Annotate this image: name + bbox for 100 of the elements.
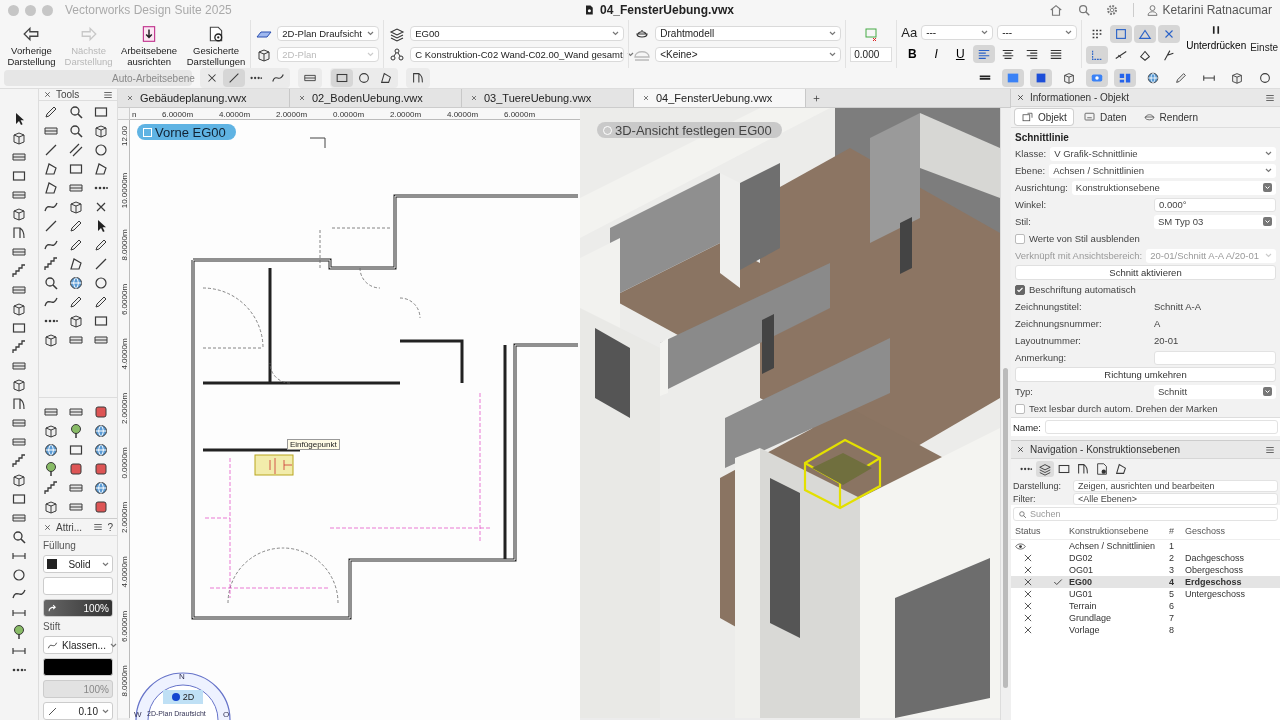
box-icon[interactable] (11, 377, 27, 393)
layer-row[interactable]: Terrain 6 (1011, 600, 1280, 612)
input-field[interactable] (1045, 420, 1278, 434)
magnifier-icon[interactable] (11, 529, 27, 545)
layer-name[interactable]: Vorlage (1069, 625, 1100, 635)
panel-tab[interactable]: Objekt (1015, 109, 1073, 125)
align-button[interactable] (973, 44, 996, 63)
fill-style-dropdown[interactable]: Solid (43, 555, 113, 573)
column-header[interactable]: # (1165, 526, 1181, 536)
eye-icon[interactable] (1015, 540, 1026, 552)
toggle-button[interactable] (1086, 45, 1109, 64)
globe-icon[interactable] (92, 480, 110, 496)
double-line-icon[interactable] (67, 142, 85, 158)
close-icon[interactable] (43, 522, 52, 532)
rectangle-icon[interactable] (11, 491, 27, 507)
checkbox[interactable] (1015, 233, 1025, 244)
globe-icon[interactable] (92, 442, 110, 458)
menu-icon[interactable] (93, 522, 104, 532)
toggle-button[interactable] (1002, 69, 1024, 87)
view-label[interactable]: 3D-Ansicht festlegen EG00 (597, 122, 782, 138)
scrollbar-thumb[interactable] (1003, 368, 1008, 688)
view-label[interactable]: Vorne EG00 (137, 124, 236, 140)
toolbar-label[interactable]: Einste (1248, 20, 1280, 68)
color-block-icon[interactable] (92, 499, 110, 515)
compass-east[interactable]: O (223, 710, 230, 719)
close-icon[interactable] (1016, 445, 1025, 454)
stairs-icon[interactable] (42, 256, 60, 272)
polygon-icon[interactable] (67, 256, 85, 272)
menu-icon[interactable] (1265, 92, 1275, 103)
panel-tab[interactable]: Daten (1076, 109, 1133, 125)
dropdown[interactable]: SM Typ 03 (1154, 214, 1276, 229)
text-style-button[interactable]: U (949, 44, 972, 63)
cross-icon[interactable] (1023, 613, 1033, 623)
pen-color-field[interactable] (43, 658, 113, 676)
toggle-button[interactable] (1030, 69, 1052, 87)
stairs-icon[interactable] (42, 480, 60, 496)
panel-tab[interactable] (1036, 461, 1054, 477)
box-icon[interactable] (11, 206, 27, 222)
toggle-button[interactable] (331, 69, 353, 87)
toggle-button[interactable] (1134, 24, 1157, 43)
magnifier-icon[interactable] (42, 275, 60, 291)
home-icon[interactable] (1048, 3, 1063, 17)
dropdown[interactable]: Achsen / Schnittlinien (1049, 163, 1276, 178)
globe-icon[interactable] (67, 275, 85, 291)
rectangle-icon[interactable] (67, 442, 85, 458)
class-icon[interactable] (388, 46, 407, 63)
globe-icon[interactable] (92, 423, 110, 439)
menu-icon[interactable] (103, 89, 113, 100)
search-icon[interactable] (1076, 3, 1091, 17)
toggle-button[interactable] (1158, 24, 1181, 43)
document-tab[interactable]: 04_FensterUebung.vwx (634, 89, 806, 107)
view-mode-badge[interactable]: 2D (163, 690, 203, 704)
cross-icon[interactable] (1023, 565, 1033, 575)
dropdown[interactable]: Konstruktionsebene (1071, 180, 1276, 195)
view-nav-button[interactable]: Arbeitsebene ausrichten (116, 21, 182, 67)
circle-icon[interactable] (92, 142, 110, 158)
menu-icon[interactable] (1265, 444, 1275, 455)
stairs-icon[interactable] (11, 453, 27, 469)
layer-row[interactable]: UG01 5 Untergeschoss (1011, 588, 1280, 600)
input-field[interactable]: 0.000° (1154, 197, 1276, 212)
close-icon[interactable] (126, 94, 134, 102)
layer-row[interactable]: Grundlage 7 (1011, 612, 1280, 624)
user-name[interactable]: Ketarini Ratnacumar (1162, 3, 1272, 17)
panel-tab[interactable]: Rendern (1136, 109, 1204, 125)
door-icon[interactable] (11, 396, 27, 412)
close-icon[interactable] (470, 94, 478, 102)
polygon-icon[interactable] (42, 180, 60, 196)
box-icon[interactable] (42, 499, 60, 515)
rectangle-icon[interactable] (11, 168, 27, 184)
box-icon[interactable] (42, 332, 60, 348)
checkbox[interactable] (1015, 403, 1025, 414)
rectangle-icon[interactable] (92, 104, 110, 120)
close-icon[interactable] (642, 94, 650, 102)
rectangle-icon[interactable] (11, 320, 27, 336)
polygon-icon[interactable] (42, 161, 60, 177)
tree-icon[interactable] (11, 624, 27, 640)
suppress-button[interactable]: Unterdrücken (1184, 20, 1249, 68)
elevation-field[interactable]: 0.000 (850, 47, 893, 63)
close-icon[interactable] (1016, 93, 1025, 102)
toggle-button[interactable] (1114, 69, 1136, 87)
color-block-icon[interactable] (67, 461, 85, 477)
fill-opacity-field[interactable]: 100% (43, 599, 113, 617)
column-header[interactable]: Konstruktionsebene (1065, 526, 1165, 536)
layer-name[interactable]: DG02 (1069, 553, 1093, 563)
box-icon[interactable] (67, 199, 85, 215)
person-icon[interactable] (1145, 3, 1159, 17)
column-header[interactable]: Status (1011, 526, 1049, 536)
toggle-button[interactable] (223, 69, 245, 87)
line-width-dropdown[interactable]: 0.10 (43, 702, 113, 720)
color-block-icon[interactable] (92, 461, 110, 477)
stairs-icon[interactable] (11, 339, 27, 355)
view-nav-button[interactable]: Vorherige Darstellung (2, 21, 61, 67)
layer-name[interactable]: Achsen / Schnittlinien (1069, 541, 1156, 551)
dropdown[interactable]: <Alle Ebenen> (1073, 492, 1278, 505)
text-style-button[interactable]: I (925, 44, 948, 63)
layer-name[interactable]: OG01 (1069, 565, 1093, 575)
layer-name[interactable]: Grundlage (1069, 613, 1112, 623)
help-button[interactable]: ? (107, 521, 113, 533)
polygon-icon[interactable] (92, 161, 110, 177)
view-nav-button[interactable]: Gesicherte Darstellungen (181, 21, 251, 67)
